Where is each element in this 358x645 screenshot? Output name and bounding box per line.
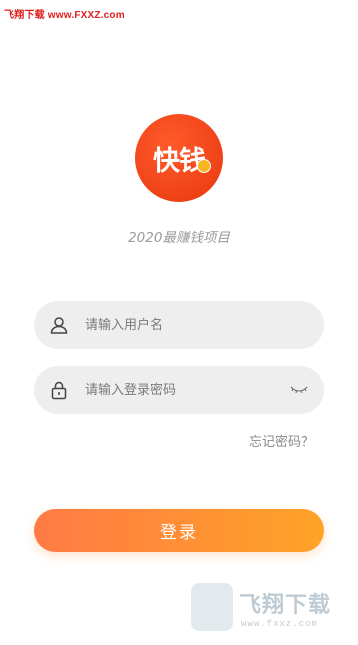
password-field[interactable] [34, 366, 324, 414]
watermark-logo-icon [191, 583, 233, 631]
watermark-bottom: 飞翔下载 www.fxxz.com [191, 583, 351, 635]
forgot-password-link[interactable]: 忘记密码？ [249, 431, 314, 450]
app-logo: 快钱 [135, 114, 223, 202]
logo-text: 快钱 [153, 145, 206, 177]
username-field[interactable] [34, 301, 324, 349]
watermark-top: 飞翔下载 www.FXXZ.com [4, 10, 125, 21]
watermark-url: www.fxxz.com [241, 619, 318, 629]
coin-icon [197, 159, 211, 173]
username-input[interactable] [83, 316, 277, 334]
password-input[interactable] [83, 381, 277, 399]
lock-icon [47, 378, 71, 402]
user-icon [47, 313, 71, 337]
tagline: 2020最赚钱项目 [128, 230, 230, 246]
eye-closed-icon[interactable] [290, 381, 308, 399]
login-button[interactable]: 登录 [34, 509, 324, 552]
watermark-title: 飞翔下载 [239, 593, 332, 618]
